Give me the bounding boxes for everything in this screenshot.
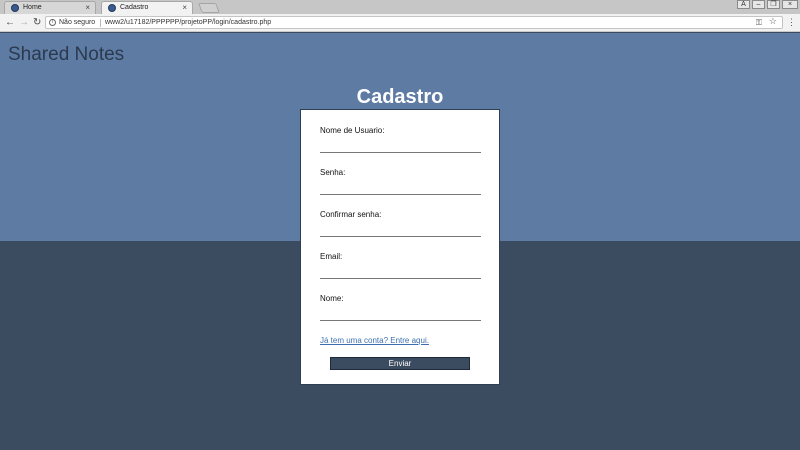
confirm-password-label: Confirmar senha:: [320, 210, 382, 219]
close-icon[interactable]: ×: [182, 2, 187, 14]
user-icon[interactable]: A: [737, 0, 750, 9]
name-label: Nome:: [320, 294, 344, 303]
close-icon[interactable]: ×: [85, 2, 90, 14]
password-label: Senha:: [320, 168, 346, 177]
forward-icon[interactable]: →: [19, 17, 29, 28]
submit-button[interactable]: Enviar: [330, 357, 470, 370]
url-text[interactable]: www2/u17182/PPPPPP/projetoPP/login/cadas…: [105, 17, 271, 28]
email-input[interactable]: [320, 265, 481, 277]
reload-icon[interactable]: ↻: [33, 17, 41, 28]
registration-form: Nome de Usuario: Senha: Confirmar senha:…: [300, 109, 500, 385]
password-field: Senha:: [320, 168, 481, 195]
browser-toolbar: ← → ↻ i Não seguro www2/u17182/PPPPPP/pr…: [0, 14, 800, 32]
minimize-icon[interactable]: –: [752, 0, 765, 9]
input-underline: [320, 236, 481, 237]
name-field: Nome:: [320, 294, 481, 321]
confirm-password-input[interactable]: [320, 223, 481, 235]
globe-icon: [11, 4, 19, 12]
username-input[interactable]: [320, 139, 481, 151]
window-close-icon[interactable]: ×: [782, 0, 798, 9]
address-bar[interactable]: i Não seguro www2/u17182/PPPPPP/projetoP…: [45, 16, 783, 29]
key-icon[interactable]: ⚿: [756, 17, 762, 28]
new-tab-button[interactable]: [198, 3, 220, 13]
restore-icon[interactable]: ❐: [767, 0, 780, 9]
star-icon[interactable]: ☆: [769, 16, 777, 27]
divider: [100, 19, 101, 27]
tab-home[interactable]: Home ×: [4, 1, 96, 14]
page-title: Cadastro: [356, 86, 444, 108]
input-underline: [320, 194, 481, 195]
password-input[interactable]: [320, 181, 481, 193]
login-link[interactable]: Já tem uma conta? Entre aqui.: [320, 336, 429, 345]
menu-icon[interactable]: ⋮: [787, 17, 796, 27]
email-field: Email:: [320, 252, 481, 279]
input-underline: [320, 152, 481, 153]
username-field: Nome de Usuario:: [320, 126, 481, 153]
tab-cadastro[interactable]: Cadastro ×: [101, 1, 193, 14]
site-brand: Shared Notes: [8, 44, 125, 65]
input-underline: [320, 320, 481, 321]
info-icon[interactable]: i: [49, 19, 56, 26]
tab-label: Cadastro: [120, 4, 149, 11]
name-input[interactable]: [320, 307, 481, 319]
back-icon[interactable]: ←: [5, 17, 15, 28]
globe-icon: [108, 4, 116, 12]
username-label: Nome de Usuario:: [320, 126, 385, 135]
browser-tab-strip: Home × Cadastro × A – ❐ ×: [0, 0, 800, 14]
security-label: Não seguro: [59, 19, 96, 26]
confirm-password-field: Confirmar senha:: [320, 210, 481, 237]
email-label: Email:: [320, 252, 343, 261]
tab-label: Home: [23, 4, 42, 11]
window-controls: A – ❐ ×: [737, 0, 798, 9]
input-underline: [320, 278, 481, 279]
